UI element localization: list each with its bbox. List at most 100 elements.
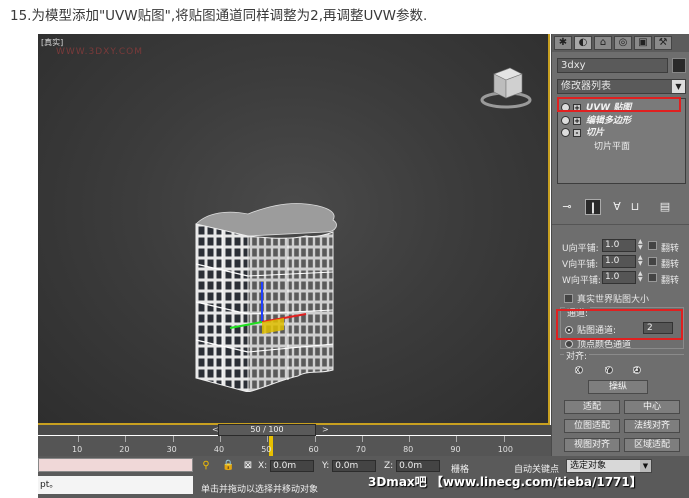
building-model[interactable] <box>188 192 358 392</box>
show-end-result-icon[interactable]: ❙ <box>585 199 601 215</box>
command-panel-tabs: ✱ ◐ ⌂ ◎ ▣ ⚒ <box>552 34 689 52</box>
v-flip-checkbox[interactable] <box>648 257 657 266</box>
z-coord: Z: 0.0m <box>384 460 441 472</box>
u-flip-label: 翻转 <box>661 244 680 254</box>
remove-modifier-icon[interactable]: ⊔ <box>627 199 643 215</box>
region-fit-button[interactable]: 区域适配 <box>624 438 680 452</box>
absolute-mode-icon[interactable]: ⊠ <box>242 460 254 472</box>
track-tick <box>314 436 316 442</box>
track-tick <box>361 436 363 442</box>
v-tile-row: V向平铺: 1.0 ▲ ▼ 翻转 <box>562 255 686 271</box>
track-tick-label: 10 <box>72 445 83 454</box>
site-watermark: WWW.3DXY.COM <box>56 47 144 57</box>
w-flip-label: 翻转 <box>661 276 680 286</box>
spinner-icon[interactable]: ▲ ▼ <box>638 255 645 268</box>
stack-toolbar: ⊸ ❙ ∀ ⊔ ▤ <box>557 199 686 217</box>
v-tile-label: V向平铺: <box>562 260 599 270</box>
lightbulb-icon[interactable] <box>561 116 570 125</box>
stack-item-label: 编辑多边形 <box>586 116 632 126</box>
real-world-label: 真实世界贴图大小 <box>577 295 650 305</box>
z-coord-label: Z: <box>384 461 394 471</box>
object-color-swatch[interactable] <box>672 58 686 73</box>
v-tile-input[interactable]: 1.0 <box>602 255 636 268</box>
u-tile-label: U向平铺: <box>562 244 599 254</box>
maxscript-listener[interactable] <box>38 458 193 472</box>
hierarchy-tab-icon[interactable]: ⌂ <box>594 36 612 50</box>
track-tick-label: 40 <box>213 445 225 454</box>
modifier-list-dropdown[interactable]: 修改器列表 ▼ <box>557 79 686 94</box>
track-tick-label: 30 <box>166 445 177 454</box>
modifier-list-label: 修改器列表 <box>561 81 611 92</box>
track-tick <box>503 436 505 442</box>
center-button[interactable]: 中心 <box>624 400 680 414</box>
key-filter-dropdown[interactable]: 选定对象 ▼ <box>566 459 652 473</box>
z-axis-label: Z <box>633 366 639 375</box>
track-bar[interactable]: 10 20 30 40 50 60 70 80 90 100 <box>38 436 551 456</box>
configure-modifier-sets-icon[interactable]: ▤ <box>657 199 673 215</box>
v-flip-label: 翻转 <box>661 260 680 270</box>
track-tick <box>456 436 458 442</box>
bitmap-fit-button[interactable]: 位图适配 <box>564 419 620 433</box>
pin-stack-icon[interactable]: ⊸ <box>559 199 575 215</box>
z-coord-input[interactable]: 0.0m <box>396 460 441 472</box>
time-slider-thumb[interactable]: 50 / 100 <box>218 424 316 436</box>
track-tick-label: 80 <box>403 445 414 454</box>
stack-item-slice[interactable]: - 切片 <box>558 127 685 139</box>
lock-icon[interactable]: 🔒 <box>222 460 234 472</box>
normal-align-button[interactable]: 法线对齐 <box>624 419 680 433</box>
expand-toggle[interactable]: + <box>573 117 581 125</box>
track-tick-label: 60 <box>308 445 319 454</box>
track-tick-label: 90 <box>450 445 461 454</box>
real-world-checkbox[interactable] <box>564 294 573 303</box>
track-tick <box>267 436 269 442</box>
selection-lock-icon[interactable]: ⚲ <box>200 460 212 472</box>
tutorial-caption: 15.为模型添加"UVW贴图",将贴图通道同样调整为2,再调整UVW参数. <box>10 8 428 24</box>
spinner-icon[interactable]: ▲ ▼ <box>638 239 645 252</box>
w-flip-checkbox[interactable] <box>648 273 657 282</box>
y-axis-label: Y <box>605 366 610 375</box>
track-tick <box>172 436 174 442</box>
prompt-line: 单击并拖动以选择并移动对象 <box>201 485 319 495</box>
track-tick <box>78 436 79 442</box>
panel-divider <box>552 224 689 225</box>
collapse-toggle[interactable]: - <box>573 129 581 137</box>
vertex-color-radio[interactable] <box>565 340 573 348</box>
perspective-viewport[interactable]: [真实] WWW.3DXY.COM <box>38 34 550 425</box>
track-tick-label: 100 <box>497 445 513 454</box>
chevron-down-icon[interactable]: ▼ <box>640 460 651 472</box>
motion-tab-icon[interactable]: ◎ <box>614 36 632 50</box>
y-coord-input[interactable]: 0.0m <box>332 460 377 472</box>
stack-item-edit-poly[interactable]: + 编辑多边形 <box>558 115 685 127</box>
object-name-field[interactable]: 3dxy <box>557 58 668 73</box>
view-align-button[interactable]: 视图对齐 <box>564 438 620 452</box>
lightbulb-icon[interactable] <box>561 128 570 137</box>
modify-tab-icon[interactable]: ◐ <box>574 36 592 50</box>
stack-subitem-slice-plane[interactable]: 切片平面 <box>594 139 630 152</box>
stack-item-label: 切片 <box>586 128 605 138</box>
display-tab-icon[interactable]: ▣ <box>634 36 652 50</box>
spinner-icon[interactable]: ▲ ▼ <box>638 271 645 284</box>
x-coord: X: 0.0m <box>258 460 315 472</box>
create-tab-icon[interactable]: ✱ <box>554 36 572 50</box>
viewcube-icon[interactable] <box>478 56 534 112</box>
real-world-map-size[interactable]: 真实世界贴图大小 <box>564 292 649 305</box>
alignment-title: 对齐: <box>564 349 590 362</box>
track-tick <box>125 436 127 442</box>
make-unique-icon[interactable]: ∀ <box>609 199 625 215</box>
highlight-uvw-map <box>557 97 681 112</box>
track-tick <box>409 436 411 442</box>
next-frame-button[interactable]: > <box>322 425 329 434</box>
u-tile-input[interactable]: 1.0 <box>602 239 636 252</box>
fit-button[interactable]: 适配 <box>564 400 620 414</box>
script-output[interactable]: pt。 <box>38 476 193 494</box>
manipulate-button[interactable]: 操纵 <box>588 380 648 394</box>
highlight-map-channel <box>556 309 683 340</box>
u-tile-row: U向平铺: 1.0 ▲ ▼ 翻转 <box>562 239 686 255</box>
x-axis-label: X <box>575 366 581 375</box>
utilities-tab-icon[interactable]: ⚒ <box>654 36 672 50</box>
y-coord: Y: 0.0m <box>322 460 377 472</box>
chevron-down-icon[interactable]: ▼ <box>672 80 685 93</box>
x-coord-input[interactable]: 0.0m <box>270 460 315 472</box>
w-tile-input[interactable]: 1.0 <box>602 271 636 284</box>
u-flip-checkbox[interactable] <box>648 241 657 250</box>
